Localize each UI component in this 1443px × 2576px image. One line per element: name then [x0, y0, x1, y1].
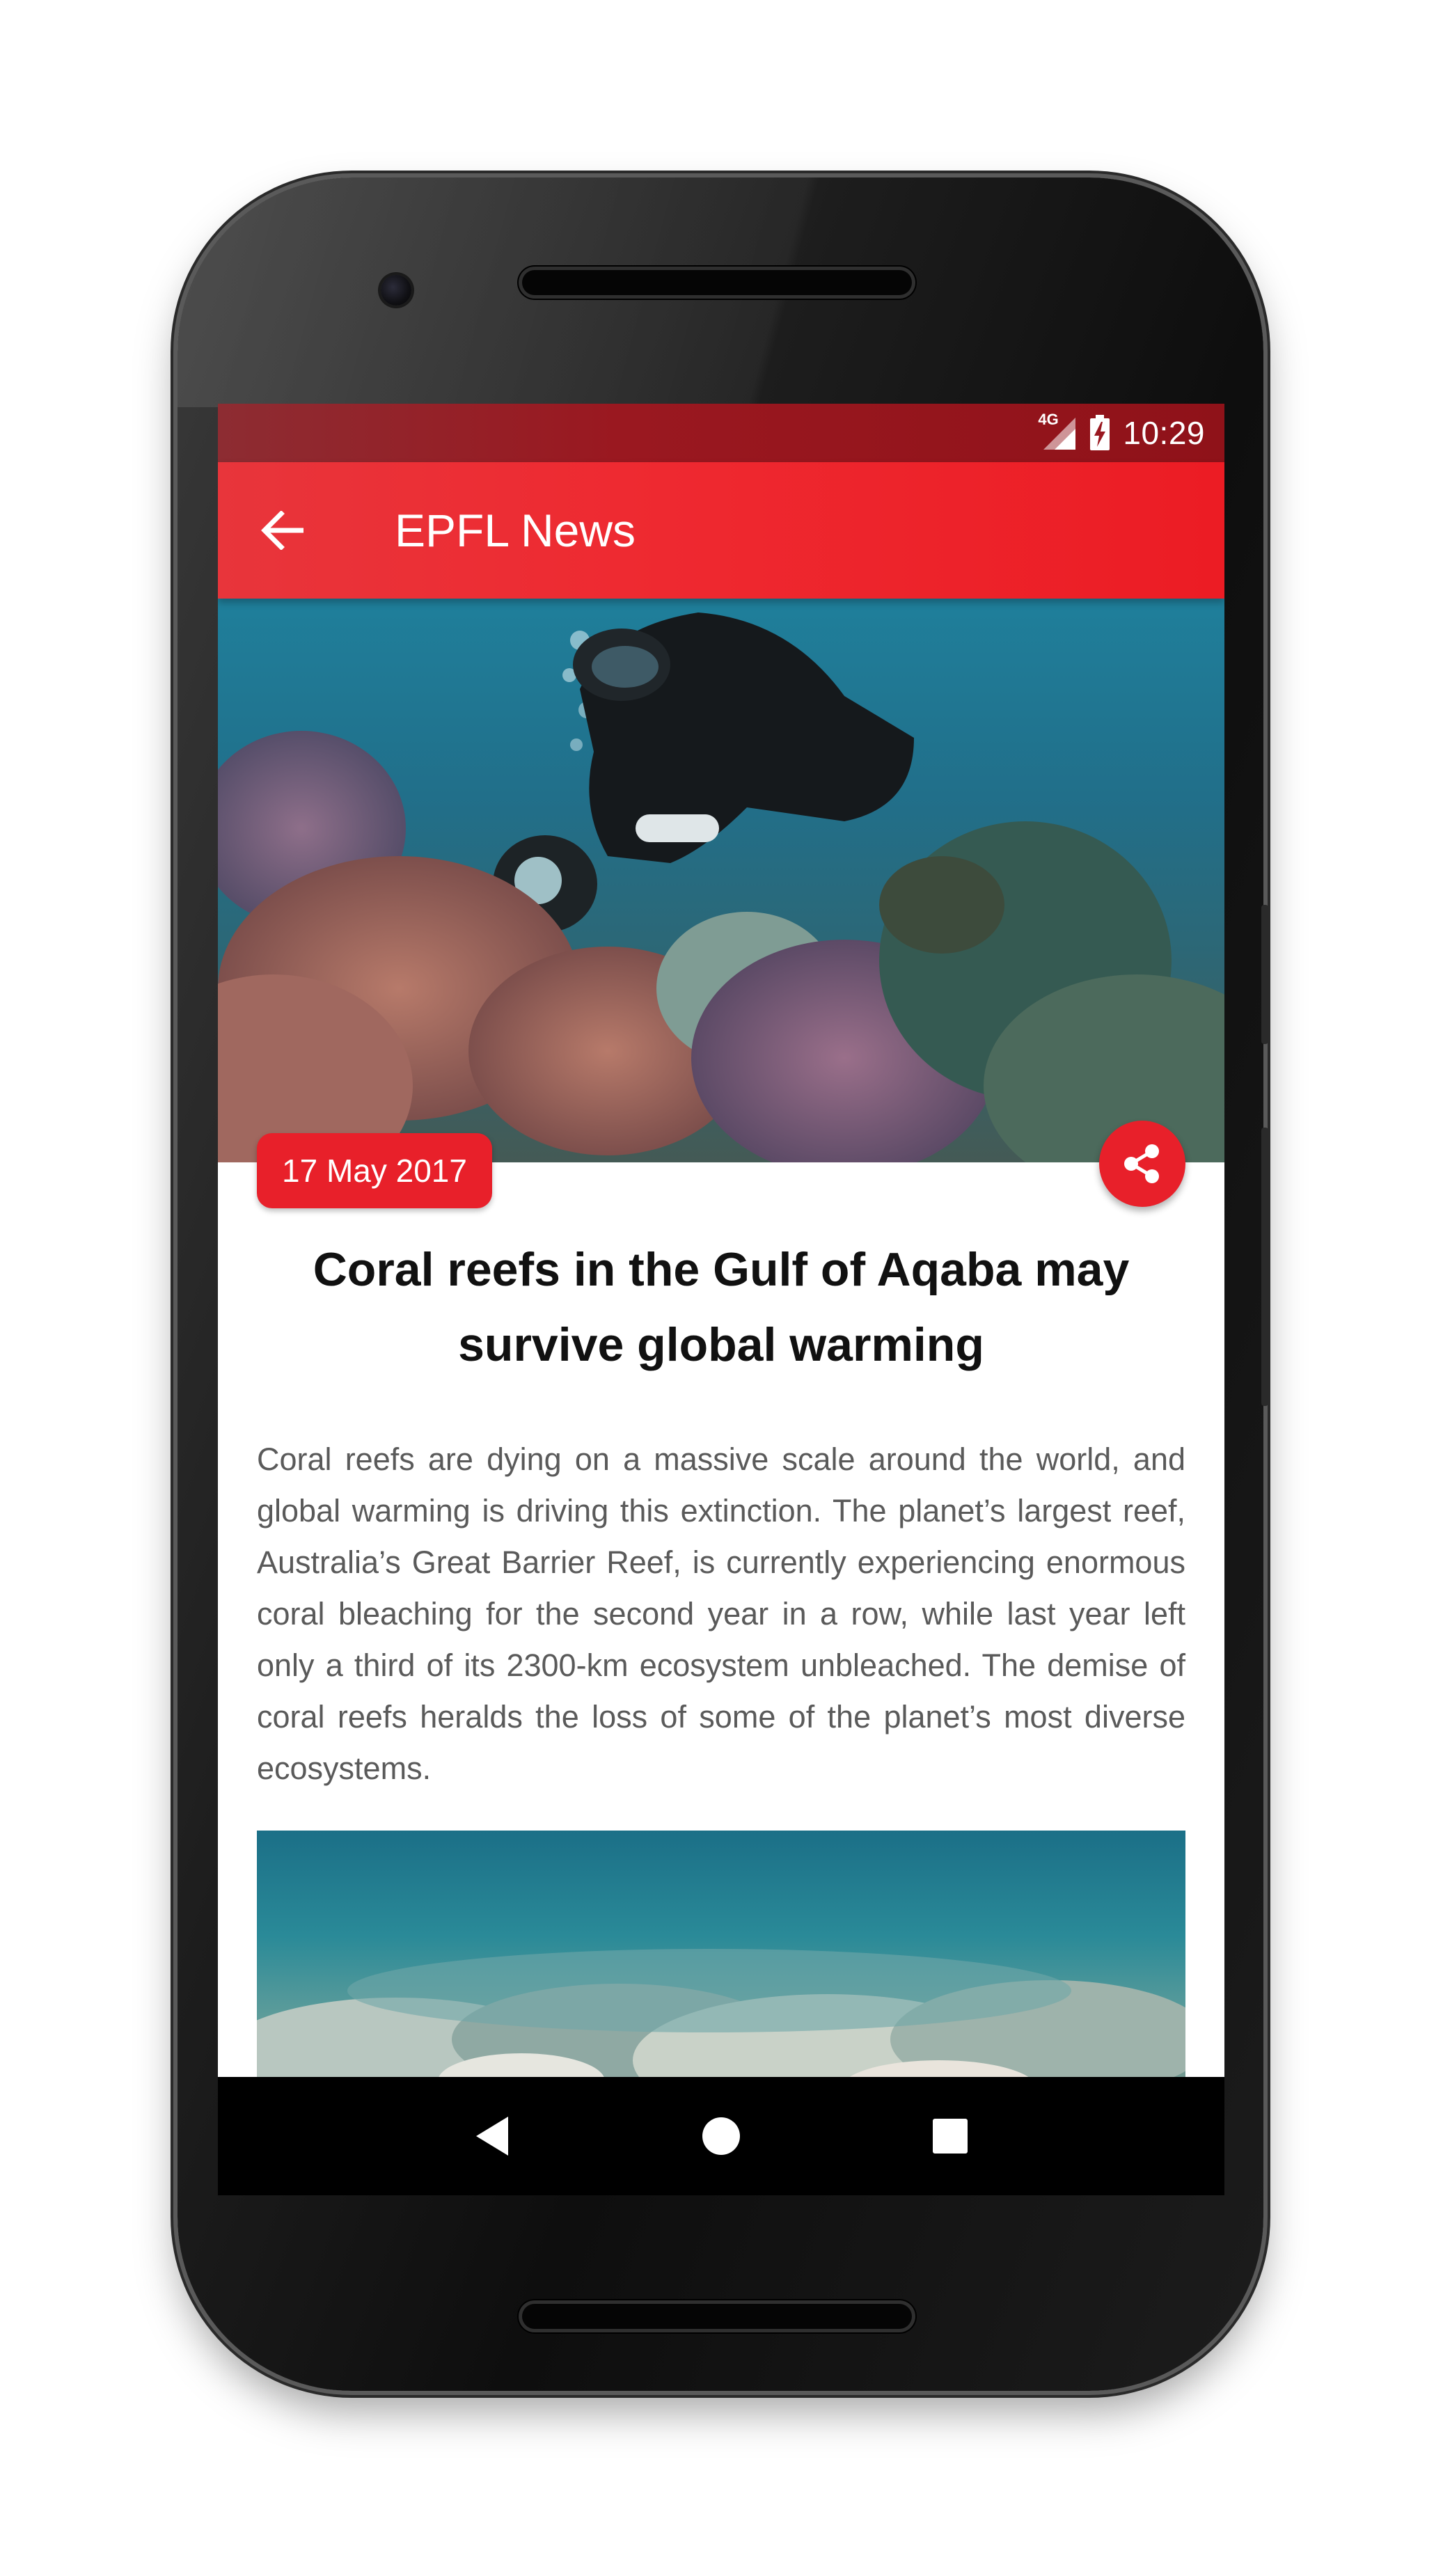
arrow-back-icon — [261, 511, 303, 550]
nav-home-circle-icon — [702, 2117, 740, 2155]
nav-back-button[interactable] — [464, 2108, 520, 2164]
app-bar: EPFL News — [218, 462, 1224, 599]
power-button — [1261, 1128, 1268, 1406]
nav-recents-square-icon — [932, 2119, 968, 2154]
nav-back-triangle-icon — [476, 2117, 509, 2156]
nav-home-button[interactable] — [693, 2108, 749, 2164]
status-bar: 4G 10:29 — [218, 404, 1224, 462]
battery-charging-icon — [1089, 415, 1110, 451]
top-speaker — [519, 267, 915, 299]
network-type: 4G — [1038, 411, 1059, 428]
screen: 4G 10:29 EPFL News 17 May 2017 Coral ree… — [218, 404, 1224, 2195]
article-title: Coral reefs in the Gulf of Aqaba may sur… — [313, 1243, 1130, 1371]
article-image — [257, 1831, 1185, 2095]
article-body: Coral reefs are dying on a massive scale… — [257, 1441, 1185, 1786]
navigation-bar — [218, 2077, 1224, 2195]
front-camera — [381, 275, 411, 306]
volume-button — [1261, 905, 1268, 1044]
share-icon — [1124, 1144, 1159, 1183]
back-button[interactable] — [257, 505, 307, 555]
bleached-reef-illustration — [257, 1949, 1185, 2095]
status-icons: 4G 10:29 — [1038, 404, 1205, 462]
bottom-speaker — [519, 2300, 915, 2332]
app-title: EPFL News — [395, 505, 636, 556]
hero-image — [218, 599, 1224, 1162]
date-badge: 17 May 2017 — [257, 1133, 492, 1208]
nav-recents-button[interactable] — [922, 2108, 978, 2164]
status-time: 10:29 — [1123, 415, 1205, 451]
share-button[interactable] — [1099, 1121, 1185, 1207]
signal-icon: 4G — [1038, 411, 1077, 451]
diver-coral-illustration — [218, 613, 1224, 1162]
